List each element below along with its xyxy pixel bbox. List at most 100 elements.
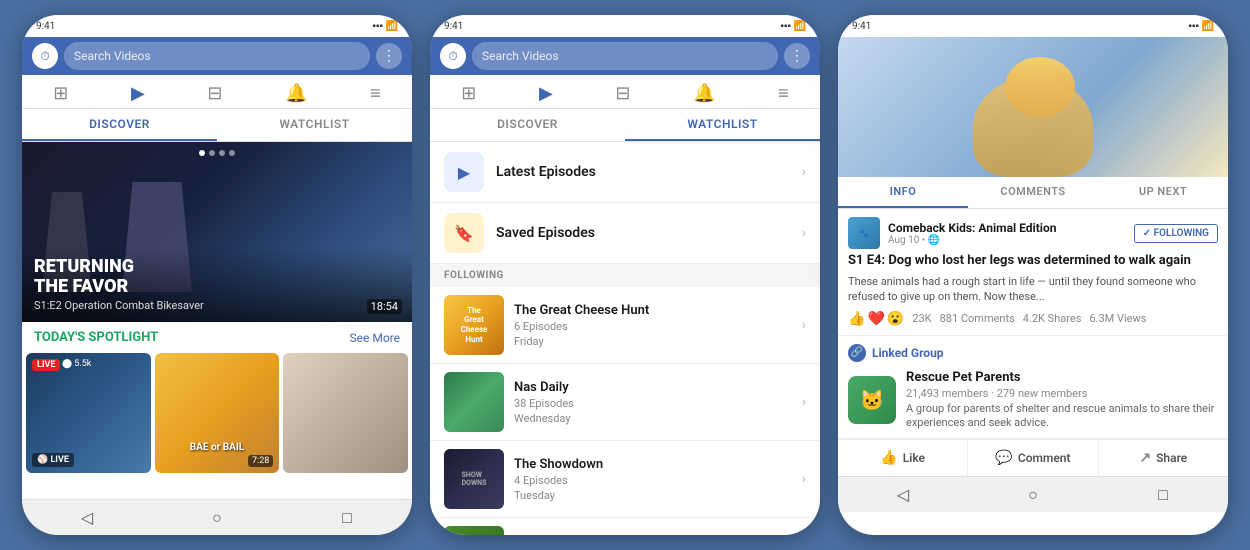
spotlight-grid: LIVE ⬤ 5.5k ⚾ LIVE BAE or BAIL 7:28 <box>22 353 412 473</box>
cheese-thumb: TheGreatCheeseHunt <box>444 295 504 355</box>
tab-info[interactable]: INFO <box>838 177 968 208</box>
menu-icon-1[interactable]: ⋮ <box>376 43 402 69</box>
share-count: 4.2K Shares <box>1023 312 1082 325</box>
post-avatar: 🐾 <box>848 217 880 249</box>
phone-1: 9:41 ▪▪▪ 📶 ⏱ Search Videos ⋮ ⊞ ▶ ⊟ 🔔 ≡ D… <box>22 15 412 535</box>
spotlight-item-mono[interactable] <box>283 353 408 473</box>
dog-silhouette <box>973 77 1093 177</box>
hero-overlay: RETURNINGTHE FAVOR S1:E2 Operation Comba… <box>22 247 412 322</box>
share-action-icon: ↗ <box>1139 450 1151 466</box>
tab-watchlist-1[interactable]: WATCHLIST <box>217 109 412 141</box>
nas-title: Nas Daily <box>514 380 792 395</box>
nav-shop-1[interactable]: ⊟ <box>207 83 222 104</box>
home-btn-1[interactable]: ○ <box>197 503 237 533</box>
show-safari[interactable]: Safari Live › <box>430 518 820 535</box>
nav-bell-2[interactable]: 🔔 <box>693 83 715 104</box>
post-page-info: Comeback Kids: Animal Edition Aug 10 • 🌐 <box>888 221 1126 246</box>
tab-discover-2[interactable]: DISCOVER <box>430 109 625 141</box>
comment-action-btn[interactable]: 💬 Comment <box>968 440 1098 476</box>
menu-icon-2[interactable]: ⋮ <box>784 43 810 69</box>
status-icons-3: ▪▪▪ 📶 <box>1188 21 1214 32</box>
spotlight-title: TODAY'S SPOTLIGHT <box>34 330 158 345</box>
nav-menu-1[interactable]: ≡ <box>370 83 381 104</box>
spotlight-item-bae[interactable]: BAE or BAIL 7:28 <box>155 353 280 473</box>
phone-3: 9:41 ▪▪▪ 📶 INFO COMMENTS UP NEXT 🐾 Comeb… <box>838 15 1228 535</box>
showdown-day: Tuesday <box>514 489 792 502</box>
show-showdown[interactable]: SHOWDOWNS The Showdown 4 Episodes Tuesda… <box>430 441 820 518</box>
like-icon: 👍 <box>848 311 865 327</box>
saved-chevron: › <box>802 225 806 241</box>
list-item-latest[interactable]: ▶ Latest Episodes › <box>430 142 820 203</box>
nas-info: Nas Daily 38 Episodes Wednesday <box>514 380 792 425</box>
nav-watch-2[interactable]: ▶ <box>539 83 553 104</box>
status-time: 9:41 <box>36 21 55 32</box>
post-header-row: 🐾 Comeback Kids: Animal Edition Aug 10 •… <box>848 217 1218 249</box>
tab-watchlist-2[interactable]: WATCHLIST <box>625 109 820 141</box>
like-action-label: Like <box>903 451 925 465</box>
tab-upnext[interactable]: UP NEXT <box>1098 177 1228 208</box>
recent-btn-1[interactable]: □ <box>327 503 367 533</box>
group-card[interactable]: 🐱 Rescue Pet Parents 21,493 members · 27… <box>848 370 1218 431</box>
bottom-nav-3: ◁ ○ □ <box>838 476 1228 512</box>
share-action-btn[interactable]: ↗ Share <box>1099 440 1228 476</box>
safari-thumb-img <box>444 526 504 535</box>
watch-icon: ⏱ <box>32 43 58 69</box>
post-page-name: Comeback Kids: Animal Edition <box>888 221 1126 235</box>
show-nas[interactable]: Nas Daily 38 Episodes Wednesday › <box>430 364 820 441</box>
tab-comments[interactable]: COMMENTS <box>968 177 1098 208</box>
latest-chevron: › <box>802 164 806 180</box>
back-btn-3[interactable]: ◁ <box>883 480 923 510</box>
cheese-thumb-img: TheGreatCheeseHunt <box>444 295 504 355</box>
nav-menu-2[interactable]: ≡ <box>778 83 789 104</box>
search-placeholder-2: Search Videos <box>482 49 559 63</box>
search-input-1[interactable]: Search Videos <box>64 42 370 70</box>
hero-title: RETURNINGTHE FAVOR <box>34 257 400 297</box>
dot-2 <box>209 150 215 156</box>
view-count: 6.3M Views <box>1089 312 1146 325</box>
nav-shop-2[interactable]: ⊟ <box>615 83 630 104</box>
recent-btn-3[interactable]: □ <box>1143 480 1183 510</box>
reaction-count: 23K <box>912 312 931 325</box>
hero-dots <box>199 150 235 156</box>
group-name: Rescue Pet Parents <box>906 370 1218 385</box>
nas-thumb <box>444 372 504 432</box>
latest-icon: ▶ <box>444 152 484 192</box>
group-info: Rescue Pet Parents 21,493 members · 279 … <box>906 370 1218 431</box>
saved-text: Saved Episodes <box>496 225 790 241</box>
cheese-eps: 6 Episodes <box>514 320 792 333</box>
hero-image-1: RETURNINGTHE FAVOR S1:E2 Operation Comba… <box>22 142 412 322</box>
cheese-chevron: › <box>802 317 806 333</box>
spotlight-see-more[interactable]: See More <box>350 331 400 345</box>
linked-group-section: 🔗 Linked Group 🐱 Rescue Pet Parents 21,4… <box>838 336 1228 440</box>
bottom-nav-1: ◁ ○ □ <box>22 499 412 535</box>
cheese-day: Friday <box>514 335 792 348</box>
group-desc: A group for parents of shelter and rescu… <box>906 402 1218 431</box>
nav-icons-2: ⊞ ▶ ⊟ 🔔 ≡ <box>430 75 820 109</box>
list-item-saved[interactable]: 🔖 Saved Episodes › <box>430 203 820 264</box>
post-stats: 👍 ❤️ 😮 23K 881 Comments 4.2K Shares 6.3M… <box>848 311 1218 327</box>
hero-dog-image <box>838 37 1228 177</box>
tab-discover-1[interactable]: DISCOVER <box>22 109 217 141</box>
nav-watch-1[interactable]: ▶ <box>131 83 145 104</box>
dot-1 <box>199 150 205 156</box>
post-info-section: 🐾 Comeback Kids: Animal Edition Aug 10 •… <box>838 209 1228 336</box>
search-input-2[interactable]: Search Videos <box>472 42 778 70</box>
spotlight-item-live[interactable]: LIVE ⬤ 5.5k ⚾ LIVE <box>26 353 151 473</box>
comment-action-label: Comment <box>1018 451 1071 465</box>
nav-home-2[interactable]: ⊞ <box>461 83 476 104</box>
saved-icon: 🔖 <box>444 213 484 253</box>
nav-bell-1[interactable]: 🔔 <box>285 83 307 104</box>
bae-duration: 7:28 <box>248 455 273 467</box>
following-btn[interactable]: ✓ FOLLOWING <box>1134 224 1218 243</box>
showdown-thumb-img: SHOWDOWNS <box>444 449 504 509</box>
content-1: RETURNINGTHE FAVOR S1:E2 Operation Comba… <box>22 142 412 499</box>
linked-group-label: 🔗 Linked Group <box>848 344 1218 362</box>
home-btn-3[interactable]: ○ <box>1013 480 1053 510</box>
nav-home-1[interactable]: ⊞ <box>53 83 68 104</box>
like-action-btn[interactable]: 👍 Like <box>838 440 968 476</box>
cheese-info: The Great Cheese Hunt 6 Episodes Friday <box>514 303 792 348</box>
hero-subtitle: S1:E2 Operation Combat Bikesaver <box>34 299 400 312</box>
comment-count: 881 Comments <box>940 312 1015 325</box>
show-cheese[interactable]: TheGreatCheeseHunt The Great Cheese Hunt… <box>430 287 820 364</box>
back-btn-1[interactable]: ◁ <box>67 503 107 533</box>
